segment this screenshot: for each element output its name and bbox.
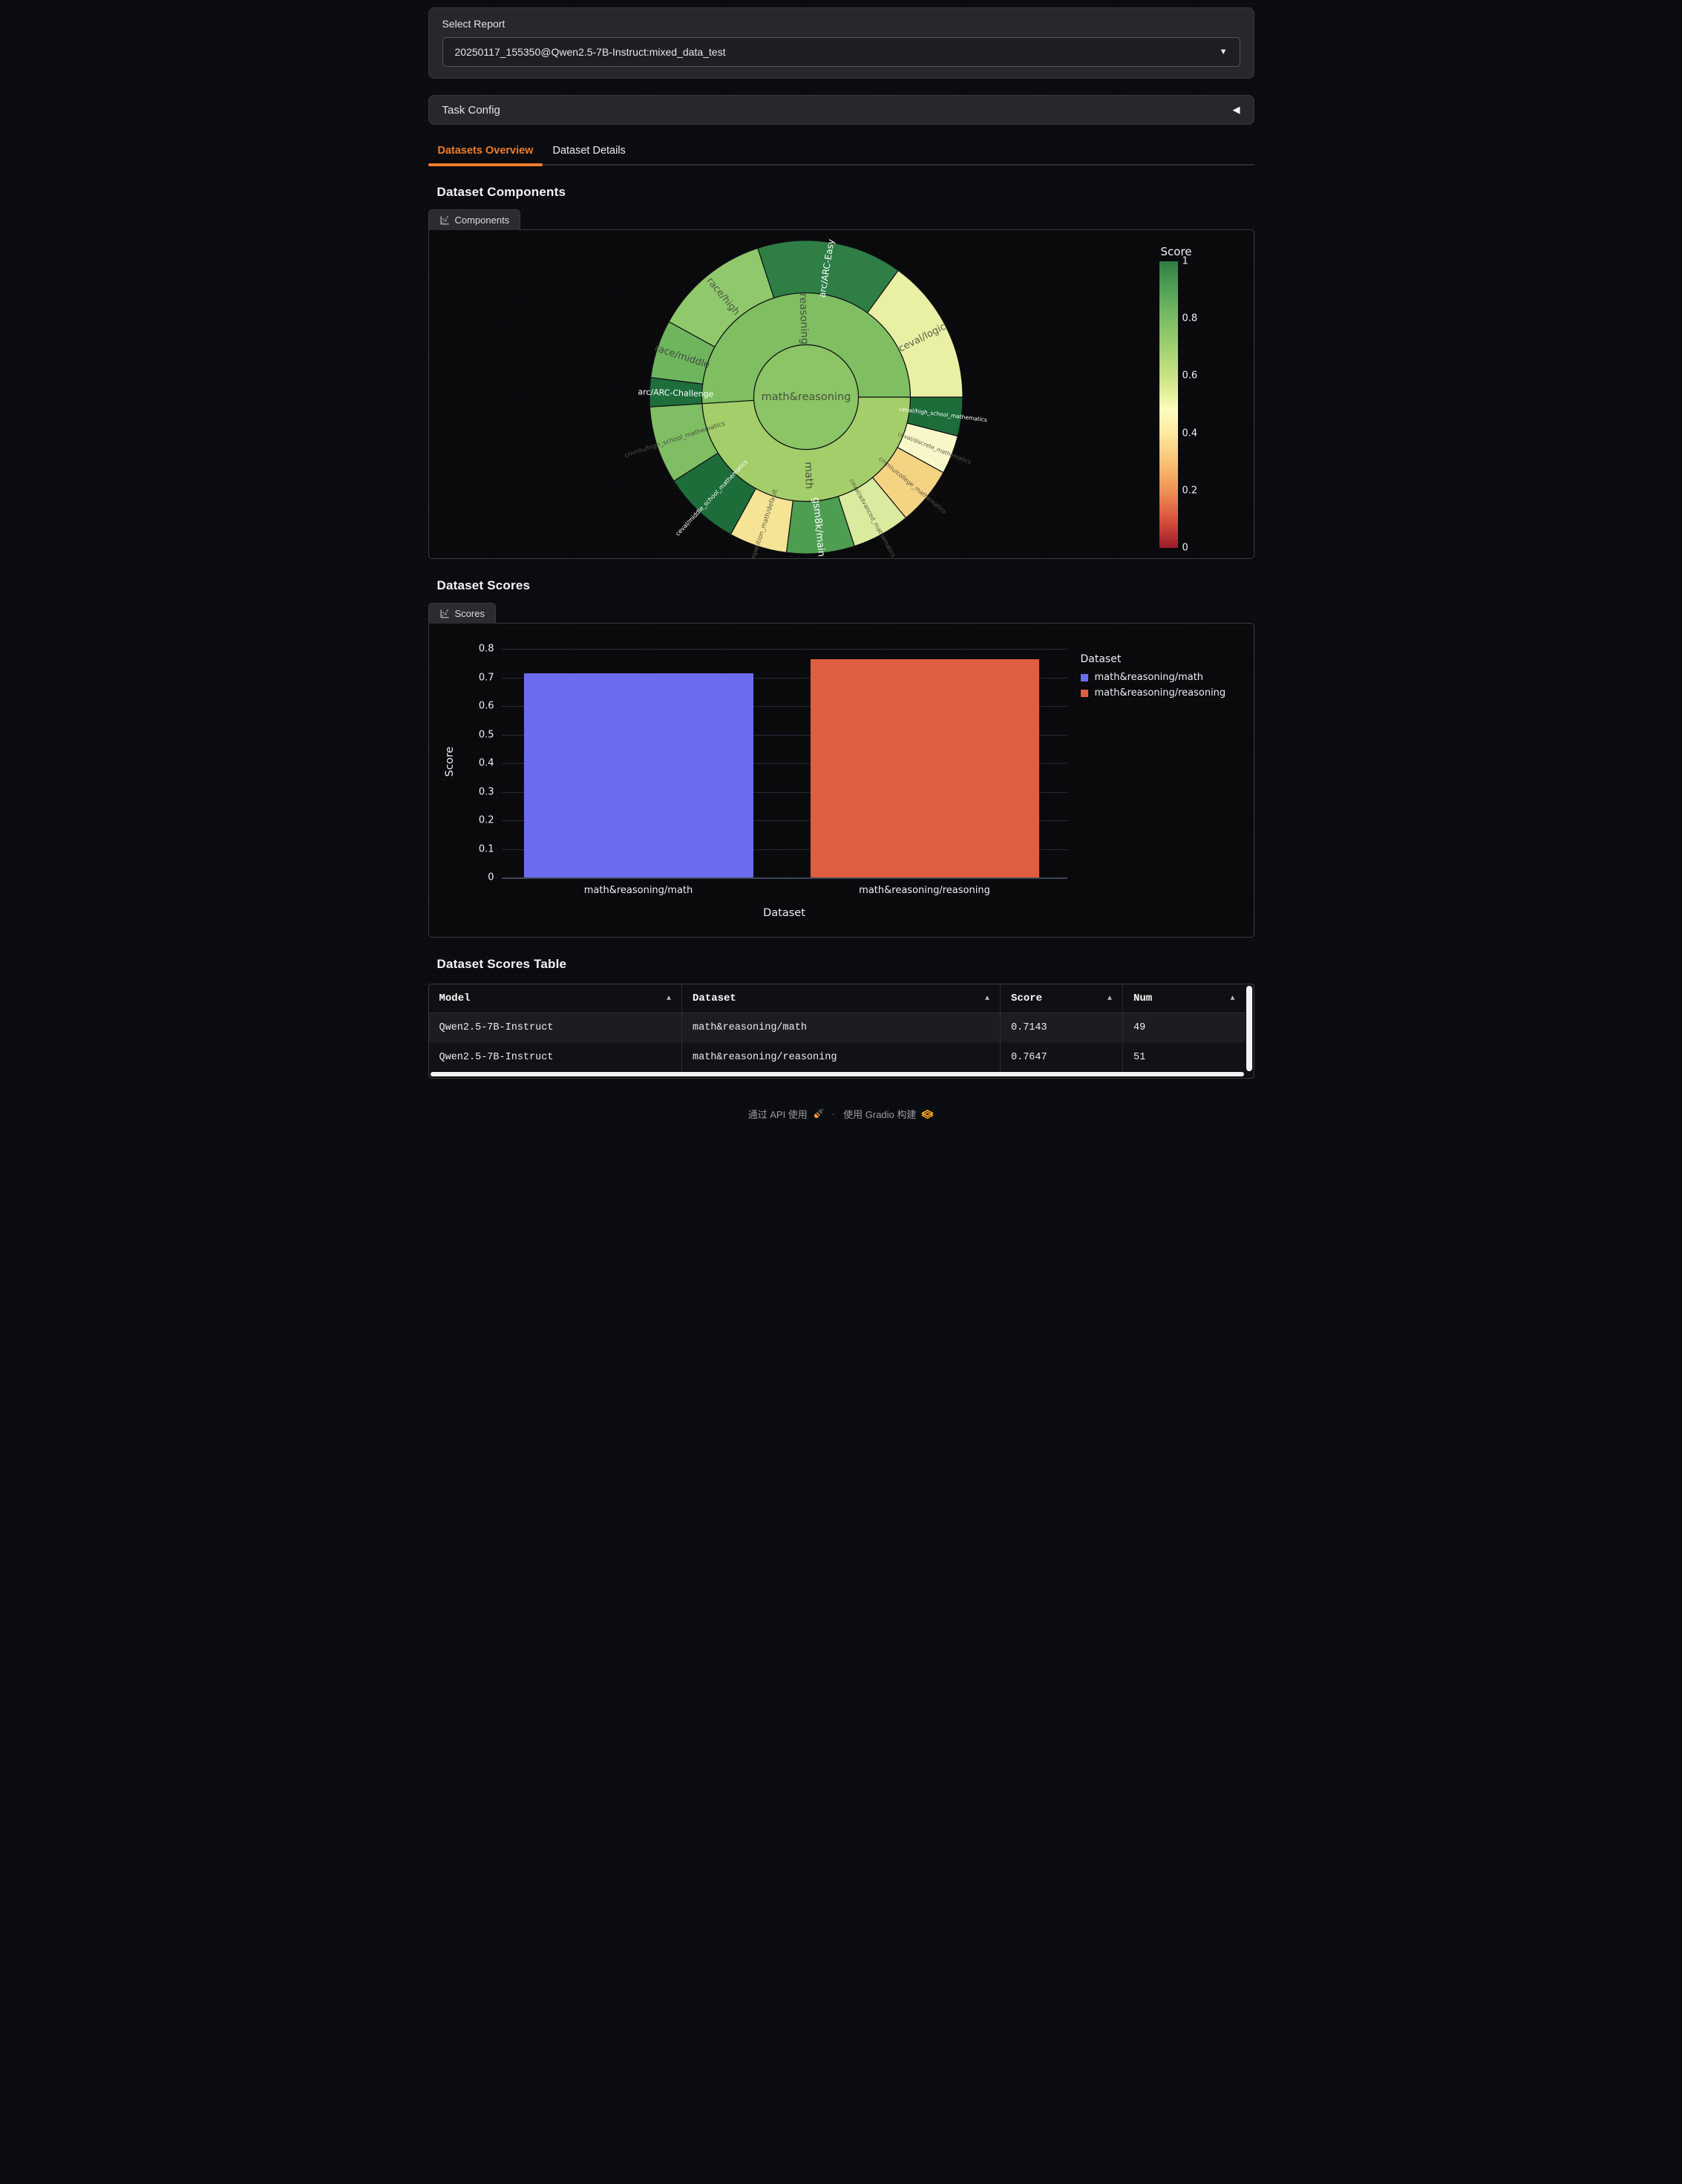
legend-item[interactable]: math&reasoning/reasoning — [1081, 687, 1226, 699]
legend: Dataset math&reasoning/math math&reasoning… — [1081, 653, 1226, 703]
task-config-accordion[interactable]: Task Config ◀ — [428, 95, 1254, 125]
colorbar-gradient — [1159, 261, 1178, 548]
x-axis-line — [502, 877, 1067, 879]
column-header-score[interactable]: Score ▲ — [1001, 984, 1123, 1013]
colorbar-tick: 0.4 — [1182, 428, 1198, 439]
sunburst-label: math — [802, 462, 814, 489]
sort-asc-icon[interactable]: ▲ — [667, 995, 671, 1003]
task-config-label: Task Config — [442, 104, 1233, 117]
tab-dataset-details[interactable]: Dataset Details — [543, 138, 635, 164]
y-tick-label: 0.1 — [435, 843, 494, 854]
legend-title: Dataset — [1081, 653, 1226, 665]
report-selector-block: Select Report 20250117_155350@Qwen2.5-7B… — [428, 7, 1254, 79]
table-cell[interactable]: math&reasoning/reasoning — [682, 1042, 1001, 1072]
legend-swatch — [1081, 674, 1088, 681]
colorbar-tick: 1 — [1182, 256, 1188, 267]
footer-api-link[interactable]: 通过 API 使用 — [748, 1107, 808, 1121]
components-heading: Dataset Components — [437, 185, 1254, 200]
scores-heading: Dataset Scores — [437, 578, 1254, 593]
x-tick-label: math&reasoning/reasoning — [859, 885, 990, 896]
table-row: Qwen2.5-7B-Instructmath&reasoning/reason… — [429, 1042, 1246, 1072]
table-heading: Dataset Scores Table — [437, 957, 1254, 972]
chevron-left-icon: ◀ — [1233, 104, 1240, 116]
plug-icon — [813, 1108, 824, 1119]
colorbar: Score 10.80.60.40.20 — [1159, 245, 1211, 258]
table-cell[interactable]: math&reasoning/math — [682, 1013, 1001, 1042]
tab-bar: Datasets OverviewDataset Details — [428, 138, 1254, 166]
table-cell[interactable]: 49 — [1123, 1013, 1246, 1042]
column-header-model[interactable]: Model ▲ — [429, 984, 682, 1013]
y-tick-label: 0.6 — [435, 701, 494, 712]
vertical-scrollbar[interactable] — [1246, 986, 1252, 1071]
sunburst-center-label: math&reasoning — [761, 391, 851, 403]
column-header-dataset[interactable]: Dataset ▲ — [682, 984, 1001, 1013]
components-tab-label: Components — [455, 215, 510, 226]
sunburst-chart[interactable]: math&reasoningreasoningmathceval/logicar… — [429, 230, 1201, 558]
colorbar-tick: 0.6 — [1182, 370, 1198, 382]
table-cell[interactable]: Qwen2.5-7B-Instruct — [429, 1013, 682, 1042]
gridline — [502, 649, 1067, 650]
y-axis-title: Score — [444, 725, 456, 799]
colorbar-tick: 0 — [1182, 543, 1188, 554]
y-tick-label: 0.8 — [435, 644, 494, 655]
table-row: Qwen2.5-7B-Instructmath&reasoning/math0.… — [429, 1013, 1246, 1042]
report-select-dropdown[interactable]: 20250117_155350@Qwen2.5-7B-Instruct:mixe… — [442, 37, 1240, 67]
x-axis-title: Dataset — [502, 907, 1067, 919]
scores-tab-button[interactable]: Scores — [428, 603, 496, 624]
scatter-chart-icon — [439, 609, 450, 619]
legend-label: math&reasoning/reasoning — [1095, 687, 1226, 699]
chevron-down-icon: ▼ — [1220, 48, 1228, 56]
bar-chart[interactable]: 00.10.20.30.40.50.60.70.8math&reasoning/… — [429, 624, 1254, 937]
column-header-label: Dataset — [693, 993, 736, 1004]
column-header-label: Num — [1133, 993, 1152, 1004]
table-cell[interactable]: 0.7143 — [1001, 1013, 1123, 1042]
column-header-num[interactable]: Num ▲ — [1123, 984, 1246, 1013]
column-header-label: Score — [1011, 993, 1042, 1004]
bar-math&reasoning/math[interactable] — [524, 673, 753, 877]
components-panel: Components math&reasoningreasoningmathce… — [428, 229, 1254, 559]
column-header-label: Model — [439, 993, 471, 1004]
colorbar-tick: 0.8 — [1182, 313, 1198, 324]
footer-gradio-link[interactable]: 使用 Gradio 构建 — [843, 1107, 916, 1121]
sort-asc-icon[interactable]: ▲ — [1107, 995, 1112, 1003]
table-cell[interactable]: 0.7647 — [1001, 1042, 1123, 1072]
scores-table: Model ▲ Dataset ▲ Score ▲ Num ▲ Qwen2.5-7B-Inst… — [428, 984, 1254, 1079]
gradio-logo-icon — [921, 1109, 934, 1119]
table-cell[interactable]: Qwen2.5-7B-Instruct — [429, 1042, 682, 1072]
x-tick-label: math&reasoning/math — [584, 885, 693, 896]
sort-asc-icon[interactable]: ▲ — [985, 995, 989, 1003]
sort-asc-icon[interactable]: ▲ — [1230, 995, 1234, 1003]
y-tick-label: 0.7 — [435, 672, 494, 683]
sunburst-label: reasoning — [796, 293, 810, 344]
table-cell[interactable]: 51 — [1123, 1042, 1246, 1072]
y-tick-label: 0.2 — [435, 815, 494, 826]
legend-label: math&reasoning/math — [1095, 672, 1204, 683]
app: Select Report 20250117_155350@Qwen2.5-7B… — [421, 0, 1262, 1139]
colorbar-tick: 0.2 — [1182, 485, 1198, 496]
report-select-label: Select Report — [442, 18, 1243, 30]
legend-swatch — [1081, 690, 1088, 697]
horizontal-scrollbar[interactable] — [431, 1072, 1244, 1076]
scores-table-grid: Model ▲ Dataset ▲ Score ▲ Num ▲ Qwen2.5-7B-Inst… — [429, 984, 1246, 1072]
components-tab-button[interactable]: Components — [428, 209, 521, 230]
bar-math&reasoning/reasoning[interactable] — [811, 659, 1039, 877]
scores-tab-label: Scores — [455, 608, 485, 619]
footer-separator: · — [832, 1108, 835, 1119]
report-select-value: 20250117_155350@Qwen2.5-7B-Instruct:mixe… — [455, 46, 1220, 58]
scatter-chart-icon — [439, 215, 450, 226]
scores-panel: Scores 00.10.20.30.40.50.60.70.8math&rea… — [428, 623, 1254, 938]
y-tick-label: 0 — [435, 872, 494, 883]
footer: 通过 API 使用 · 使用 Gradio 构建 — [428, 1107, 1254, 1121]
legend-item[interactable]: math&reasoning/math — [1081, 672, 1226, 683]
tab-datasets-overview[interactable]: Datasets Overview — [428, 138, 543, 164]
